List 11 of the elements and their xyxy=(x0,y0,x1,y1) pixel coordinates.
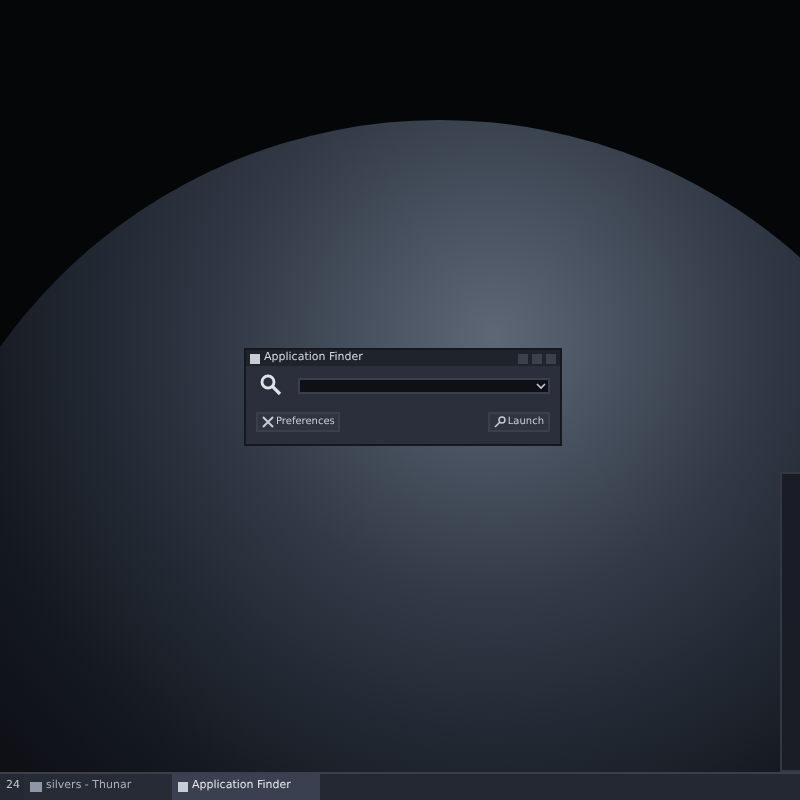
maximize-button[interactable] xyxy=(532,353,542,363)
minimize-button[interactable] xyxy=(518,353,528,363)
search-icon xyxy=(260,374,282,396)
folder-icon xyxy=(30,782,42,792)
close-button[interactable] xyxy=(546,353,556,363)
tools-icon xyxy=(262,416,274,428)
search-combo-field[interactable] xyxy=(298,377,550,393)
key-icon xyxy=(493,416,506,428)
app-icon xyxy=(178,782,188,792)
app-icon xyxy=(250,353,260,363)
caret-icon xyxy=(536,381,546,389)
